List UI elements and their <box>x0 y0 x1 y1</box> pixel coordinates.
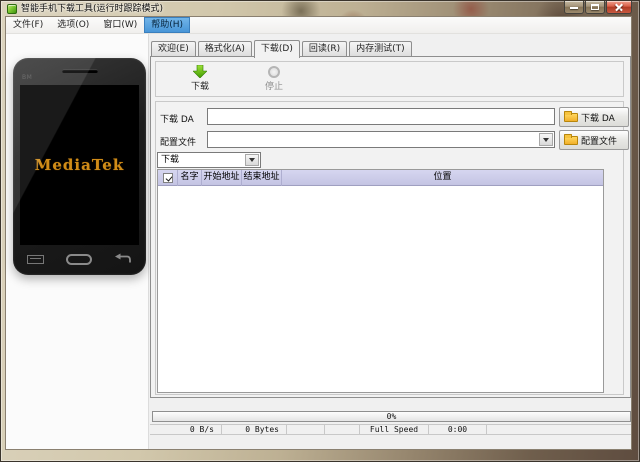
phone-nav <box>27 251 132 267</box>
header-cell-location: 位置 <box>282 170 603 186</box>
download-button[interactable]: 下载 <box>180 65 220 92</box>
scatter-label: 配置文件 <box>160 135 196 148</box>
download-mode-value: 下载 <box>161 153 244 168</box>
window-controls <box>564 1 632 14</box>
phone-panel: BM MediaTek <box>6 34 149 449</box>
minimize-icon <box>570 7 578 9</box>
header-cell-name: 名字 <box>178 170 202 186</box>
tab-format[interactable]: 格式化(A) <box>198 41 252 57</box>
tab-welcome[interactable]: 欢迎(E) <box>151 41 196 57</box>
status-bar: 0 B/s 0 Bytes Full Speed 0:00 <box>150 424 631 435</box>
header-checkbox[interactable] <box>163 173 173 183</box>
status-empty-3 <box>487 425 631 434</box>
menu-file[interactable]: 文件(F) <box>6 17 50 33</box>
partition-table: 名字 开始地址 结束地址 位置 <box>157 169 604 393</box>
stop-icon <box>268 66 280 78</box>
da-path-input[interactable] <box>207 108 555 125</box>
phone-screen: MediaTek <box>20 85 139 245</box>
da-label: 下载 DA <box>160 112 194 125</box>
bezel-text: BM <box>22 74 32 81</box>
client: BM MediaTek <box>6 34 631 449</box>
status-empty-2 <box>325 425 360 434</box>
close-button[interactable] <box>606 1 632 14</box>
tab-readback[interactable]: 回读(R) <box>302 41 347 57</box>
header-cell-start: 开始地址 <box>202 170 242 186</box>
status-speed: 0 B/s <box>150 425 222 434</box>
titlebar[interactable]: 智能手机下载工具(运行时跟踪模式) <box>1 1 639 17</box>
download-tab-page: 下载 停止 下载 DA 下载 DA <box>150 56 631 398</box>
download-button-label: 下载 <box>180 79 220 92</box>
tab-bar: 欢迎(E) 格式化(A) 下载(D) 回读(R) 内存测试(T) <box>151 40 414 57</box>
header-cell-end: 结束地址 <box>242 170 282 186</box>
menu-key-icon <box>27 255 44 264</box>
folder-icon <box>564 113 578 122</box>
speaker-icon <box>62 69 98 73</box>
download-mode-combobox[interactable]: 下载 <box>157 152 261 168</box>
maximize-icon <box>591 4 599 10</box>
da-browse-button[interactable]: 下载 DA <box>559 107 629 127</box>
status-speed-mode: Full Speed <box>360 425 429 434</box>
main-area: 欢迎(E) 格式化(A) 下载(D) 回读(R) 内存测试(T) <box>149 34 631 449</box>
dropdown-arrow-icon[interactable] <box>245 154 259 166</box>
download-icon <box>193 65 207 78</box>
status-bytes: 0 Bytes <box>222 425 287 434</box>
close-icon <box>615 3 624 12</box>
tab-memorytest[interactable]: 内存测试(T) <box>349 41 412 57</box>
window-client-area: 文件(F) 选项(O) 窗口(W) 帮助(H) BM MediaTek <box>6 17 631 449</box>
folder-icon <box>564 136 578 145</box>
partition-table-body <box>158 186 603 392</box>
toolbar: 下载 停止 <box>155 61 624 97</box>
window-title: 智能手机下载工具(运行时跟踪模式) <box>21 1 163 17</box>
back-key-icon <box>114 253 132 265</box>
menu-options[interactable]: 选项(O) <box>50 17 96 33</box>
status-empty-1 <box>287 425 325 434</box>
progress-bar: 0% <box>152 411 631 422</box>
dropdown-arrow-icon[interactable] <box>539 133 553 146</box>
stop-button[interactable]: 停止 <box>254 65 294 92</box>
phone-image: BM MediaTek <box>13 58 146 275</box>
home-key-icon <box>66 254 92 265</box>
scatter-browse-button[interactable]: 配置文件 <box>559 130 629 150</box>
app-icon[interactable] <box>7 4 17 14</box>
brand-text: MediaTek <box>35 156 124 174</box>
menu-help[interactable]: 帮助(H) <box>144 17 190 33</box>
stop-button-label: 停止 <box>254 79 294 92</box>
minimize-button[interactable] <box>564 1 584 14</box>
status-time: 0:00 <box>429 425 487 434</box>
scatter-browse-label: 配置文件 <box>581 134 617 147</box>
app-window: 智能手机下载工具(运行时跟踪模式) 文件(F) 选项(O) 窗口(W) 帮助(H… <box>0 0 640 462</box>
menubar: 文件(F) 选项(O) 窗口(W) 帮助(H) <box>6 17 631 34</box>
header-cell-check <box>158 170 178 186</box>
scatter-file-combobox[interactable] <box>207 131 555 148</box>
tab-download[interactable]: 下载(D) <box>254 40 300 58</box>
menu-window[interactable]: 窗口(W) <box>96 17 144 33</box>
partition-table-header: 名字 开始地址 结束地址 位置 <box>158 170 603 186</box>
form-area: 下载 DA 下载 DA 配置文件 配置文件 <box>155 101 624 395</box>
da-browse-label: 下载 DA <box>581 111 615 124</box>
maximize-button[interactable] <box>585 1 605 14</box>
